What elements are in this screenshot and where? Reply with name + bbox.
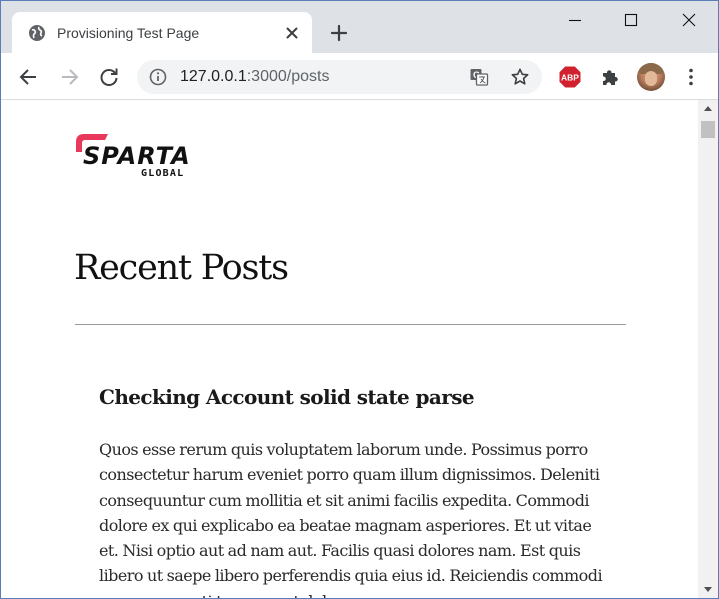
window-close-button[interactable] <box>660 1 718 39</box>
page-title: Recent Posts <box>74 248 289 288</box>
page-viewport: SPARTA GLOBAL Recent Posts Checking Acco… <box>1 100 698 598</box>
url-path: :3000/posts <box>246 68 330 85</box>
post-body: Quos esse rerum quis voluptatem laborum … <box>99 440 603 598</box>
globe-icon <box>28 24 46 42</box>
adblock-extension-button[interactable]: ABP <box>558 65 582 89</box>
minimize-button[interactable] <box>546 1 604 39</box>
maximize-button[interactable] <box>602 1 660 39</box>
reload-icon <box>100 68 118 87</box>
post-title[interactable]: Checking Account solid state parse <box>99 385 475 409</box>
arrow-left-icon <box>19 69 36 85</box>
translate-icon[interactable]: G <box>469 67 489 87</box>
scroll-up-arrow-icon[interactable] <box>698 100 718 118</box>
sparta-global-logo[interactable]: SPARTA GLOBAL <box>74 130 204 179</box>
profile-avatar[interactable] <box>637 63 665 91</box>
scroll-down-arrow-icon[interactable] <box>698 580 718 598</box>
adblock-label: ABP <box>561 73 579 83</box>
avatar-face <box>645 71 657 86</box>
browser-toolbar: 127.0.0.1:3000/posts G ABP <box>1 53 718 100</box>
address-bar[interactable]: 127.0.0.1:3000/posts G <box>137 60 542 94</box>
tab-strip: Provisioning Test Page <box>1 1 718 53</box>
maximize-icon <box>624 13 638 27</box>
vertical-scrollbar[interactable] <box>698 100 718 598</box>
reload-button[interactable] <box>96 64 122 90</box>
new-tab-plus-icon[interactable] <box>327 21 351 45</box>
tab-provisioning-test-page[interactable]: Provisioning Test Page <box>12 12 312 53</box>
puzzle-icon[interactable] <box>599 66 621 88</box>
more-vertical-icon[interactable] <box>681 66 701 88</box>
url-text[interactable]: 127.0.0.1:3000/posts <box>180 68 329 86</box>
tab-close-icon[interactable] <box>282 23 302 43</box>
logo-subtext: GLOBAL <box>141 168 184 178</box>
star-icon[interactable] <box>510 67 530 87</box>
scrollbar-thumb[interactable] <box>701 121 715 138</box>
forward-button[interactable] <box>56 64 82 90</box>
close-icon <box>682 13 696 27</box>
logo-text: SPARTA <box>83 142 191 170</box>
minimize-icon <box>569 19 581 22</box>
tab-title: Provisioning Test Page <box>57 25 200 41</box>
url-host: 127.0.0.1 <box>180 68 247 85</box>
info-icon[interactable] <box>149 68 167 86</box>
heading-divider <box>75 324 626 325</box>
back-button[interactable] <box>16 64 42 90</box>
browser-window: Provisioning Test Page 127.0.0.1:3000/po… <box>0 0 719 599</box>
arrow-right-icon <box>62 69 79 85</box>
